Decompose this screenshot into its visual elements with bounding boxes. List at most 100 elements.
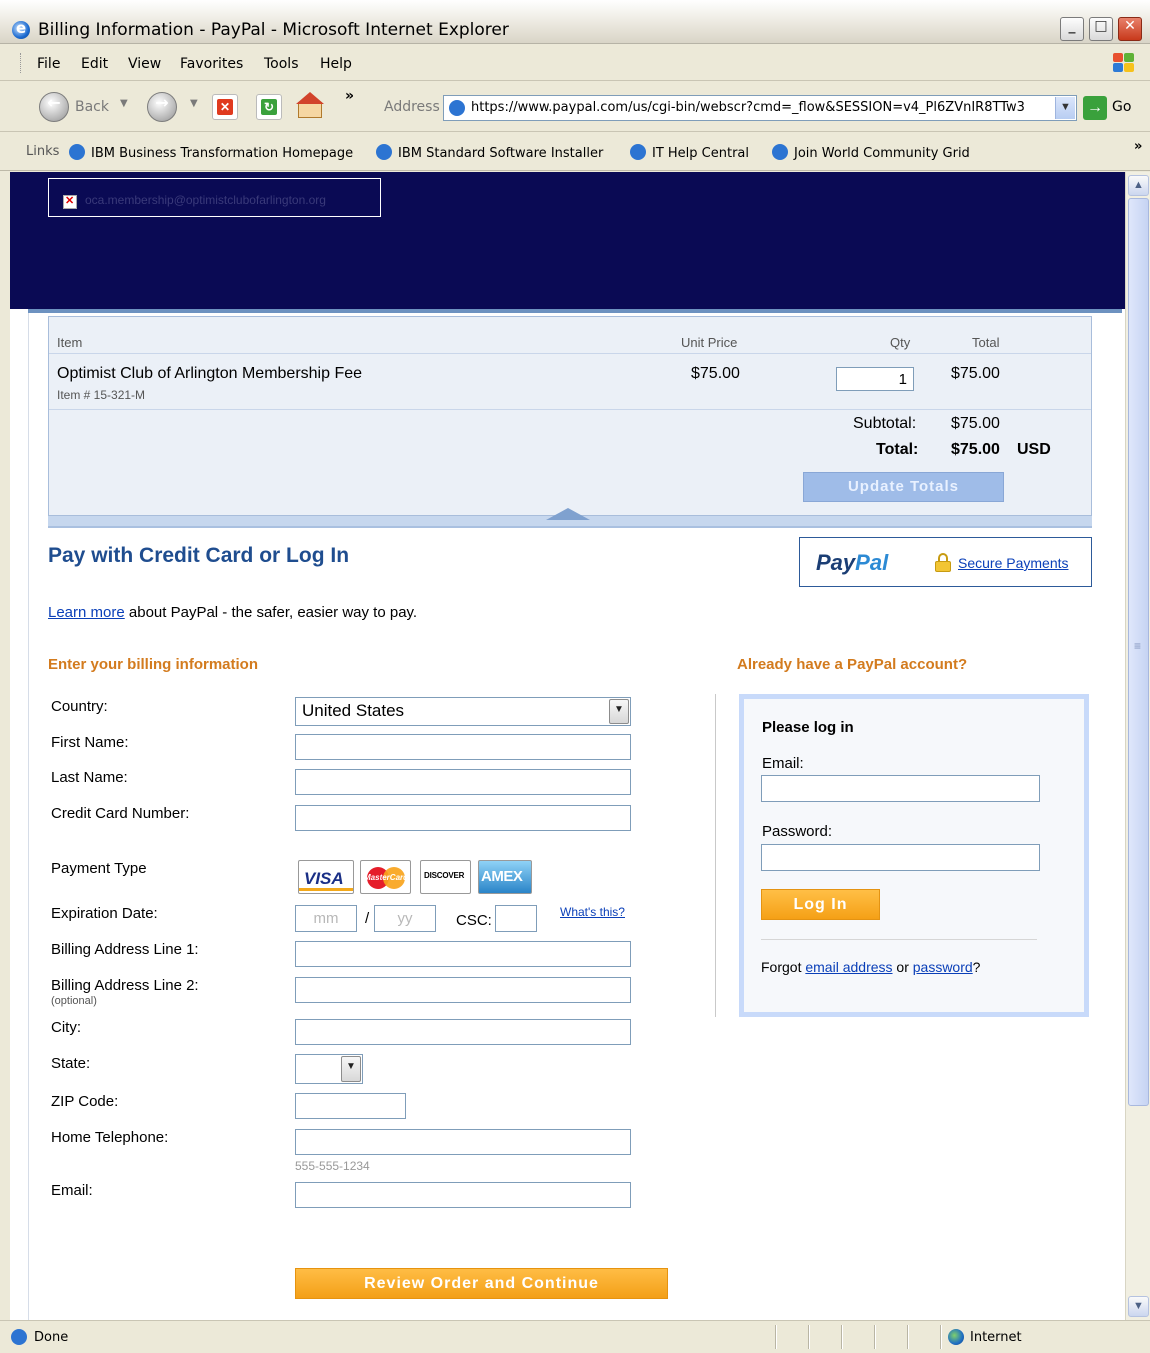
col-unit-price: Unit Price [681,335,738,350]
back-dropdown-icon[interactable]: ▼ [120,98,128,109]
ie-page-icon [11,1329,27,1345]
first-name-input[interactable] [295,734,631,760]
qty-input[interactable]: 1 [836,367,914,391]
address-bar[interactable]: https://www.paypal.com/us/cgi-bin/webscr… [443,95,1077,121]
refresh-button[interactable]: ↻ [256,94,282,120]
forgot-password-link[interactable]: password [913,959,973,975]
stop-icon: ✕ [217,99,233,115]
window-title: Billing Information - PayPal - Microsoft… [38,20,509,40]
learn-more-link[interactable]: Learn more [48,604,125,621]
visa-card-icon[interactable]: VISA [298,860,354,894]
chevron-down-icon: ▼ [341,1056,361,1082]
maximize-button[interactable]: □ [1089,17,1113,41]
login-email-label: Email: [762,755,804,772]
address-dropdown-icon[interactable]: ▼ [1055,97,1075,119]
update-totals-button[interactable]: Update Totals [803,472,1004,502]
link-ibm-software-installer[interactable]: IBM Standard Software Installer [376,144,603,161]
city-label: City: [51,1019,81,1036]
zip-label: ZIP Code: [51,1093,119,1110]
cart-table: Item Unit Price Qty Total Optimist Club … [48,316,1092,516]
address-label: Address [384,99,440,115]
stop-button[interactable]: ✕ [212,94,238,120]
address1-input[interactable] [295,941,631,967]
forward-button[interactable]: → [147,92,177,122]
log-in-button[interactable]: Log In [761,889,880,920]
exp-slash: / [365,910,370,927]
scroll-thumb[interactable] [1128,198,1149,1106]
back-button[interactable]: ← [39,92,69,122]
link-ibm-bt-homepage[interactable]: IBM Business Transformation Homepage [69,144,353,161]
go-label[interactable]: Go [1112,99,1131,115]
state-label: State: [51,1055,91,1072]
country-label: Country: [51,698,108,715]
login-box-title: Please log in [762,719,854,736]
menu-file[interactable]: File [37,56,60,72]
forgot-email-link[interactable]: email address [805,959,892,975]
vertical-scrollbar[interactable]: ▲ ▼ [1125,172,1150,1320]
menu-edit[interactable]: Edit [81,56,108,72]
mastercard-card-icon[interactable]: MasterCard [360,860,411,894]
scroll-down-icon[interactable]: ▼ [1128,1296,1149,1317]
merchant-header: oca.membership@optimistclubofarlington.o… [10,172,1125,309]
minimize-button[interactable]: _ [1060,17,1084,41]
link-world-community-grid[interactable]: Join World Community Grid [772,144,970,161]
address2-input[interactable] [295,977,631,1003]
menu-favorites[interactable]: Favorites [180,56,243,72]
maximize-icon: □ [1094,18,1108,34]
discover-card-icon[interactable]: DISCOVER [420,860,471,894]
go-arrow-icon[interactable]: → [1083,96,1107,120]
status-text: Done [34,1330,69,1345]
status-separator [808,1325,810,1349]
country-select[interactable]: United States ▼ [295,697,631,726]
home-button[interactable] [296,92,324,118]
collapse-arrow-icon[interactable] [546,508,590,520]
email-input[interactable] [295,1182,631,1208]
status-bar: Done Internet [0,1320,1150,1353]
col-total: Total [972,335,1000,350]
secure-payments-link[interactable]: Secure Payments [958,555,1069,571]
phone-input[interactable] [295,1129,631,1155]
forward-dropdown-icon[interactable]: ▼ [190,98,198,109]
last-name-input[interactable] [295,769,631,795]
city-input[interactable] [295,1019,631,1045]
payment-type-label: Payment Type [51,860,147,877]
state-select[interactable]: ▼ [295,1054,363,1084]
lock-icon [935,553,951,572]
menu-view[interactable]: View [128,56,161,72]
ie-page-icon [630,144,646,160]
amex-card-icon[interactable]: AMEX [478,860,532,894]
review-order-button[interactable]: Review Order and Continue [295,1268,668,1299]
status-separator [874,1325,876,1349]
address2-label: Billing Address Line 2: (optional) [51,977,199,1007]
csc-input[interactable] [495,905,537,932]
last-name-label: Last Name: [51,769,128,786]
whats-this-link[interactable]: What's this? [560,905,625,919]
total-value: $75.00 [951,441,1000,458]
login-heading: Already have a PayPal account? [737,656,968,673]
login-password-input[interactable] [761,844,1040,871]
login-email-input[interactable] [761,775,1040,802]
toolbar-overflow-icon[interactable]: » [345,88,354,104]
page-icon [449,100,465,116]
phone-label: Home Telephone: [51,1129,169,1146]
cc-number-input[interactable] [295,805,631,831]
links-overflow-icon[interactable]: » [1134,139,1142,154]
links-bar: Links IBM Business Transformation Homepa… [0,133,1150,171]
menu-help[interactable]: Help [320,56,352,72]
exp-month-input[interactable]: mm [295,905,357,932]
close-button[interactable]: ✕ [1118,17,1142,41]
billing-heading: Enter your billing information [48,656,258,673]
ie-icon [12,19,30,39]
link-it-help-central[interactable]: IT Help Central [630,144,749,161]
exp-year-input[interactable]: yy [374,905,436,932]
menu-tools[interactable]: Tools [264,56,299,72]
scroll-up-icon[interactable]: ▲ [1128,175,1149,196]
back-label: Back [75,99,109,115]
phone-hint: 555-555-1234 [295,1159,370,1173]
zip-input[interactable] [295,1093,406,1119]
back-arrow-icon: ← [47,93,61,112]
first-name-label: First Name: [51,734,129,751]
standard-toolbar: ← Back ▼ → ▼ ✕ ↻ » Address https://www.p… [0,82,1150,132]
menu-bar: File Edit View Favorites Tools Help [0,45,1150,81]
ie-page-icon [376,144,392,160]
